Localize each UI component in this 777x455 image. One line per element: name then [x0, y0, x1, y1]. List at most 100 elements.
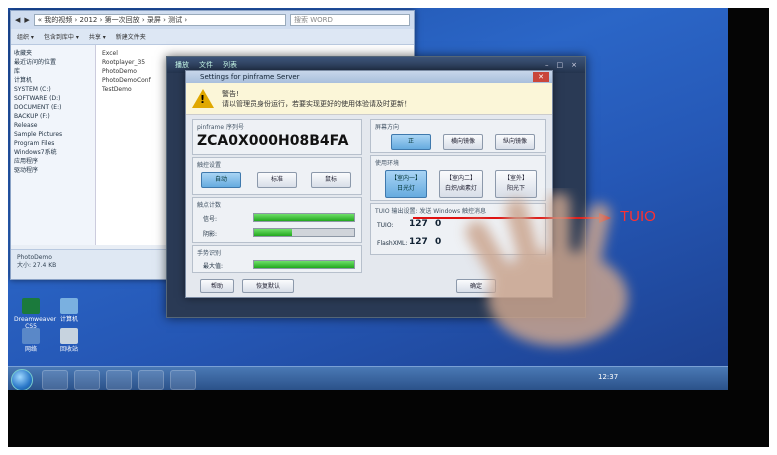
mode-group: 触控设置 自动 标准 鼠标: [192, 157, 362, 195]
help-button[interactable]: 帮助: [200, 279, 234, 293]
nav-item[interactable]: BACKUP (F:): [14, 112, 92, 121]
sensor-row-label: 信号:: [203, 216, 218, 223]
tuio-arrow-line: [413, 217, 600, 219]
dialog-close-button[interactable]: ✕: [533, 72, 549, 82]
minimize-icon[interactable]: –: [545, 61, 549, 69]
taskbar-player-icon[interactable]: [138, 370, 164, 390]
ip-octet[interactable]: 0: [435, 219, 441, 229]
computer-icon: [60, 298, 78, 314]
touch-label: 手势识别: [197, 250, 222, 257]
env-indoor1-button[interactable]: 【室内一】 日光灯: [385, 170, 427, 198]
max-gauge: [253, 260, 355, 269]
taskbar-clock[interactable]: 12:37: [598, 373, 618, 381]
start-button-icon[interactable]: [11, 369, 33, 391]
mode-mouse-button[interactable]: 鼠标: [311, 172, 351, 188]
player-tab[interactable]: 列表: [223, 60, 237, 70]
explorer-nav-pane: 收藏夹 最近访问的位置 库 计算机 SYSTEM (C:) SOFTWARE (…: [11, 45, 96, 245]
search-input[interactable]: 搜索 WORD: [290, 14, 410, 26]
orientation-vmirror-button[interactable]: 纵向镜像: [495, 134, 535, 150]
ok-button[interactable]: 确定: [456, 279, 496, 293]
mode-standard-button[interactable]: 标准: [257, 172, 297, 188]
nav-item[interactable]: 最近访问的位置: [14, 58, 92, 67]
nav-item[interactable]: 应用程序: [14, 157, 92, 166]
warning-banner: ! 警告! 请以管理员身份运行，若要实现更好的使用体验请及时更新！: [186, 83, 552, 115]
tuio-annotation-label: TUIO: [620, 208, 656, 225]
player-tab[interactable]: 文件: [199, 60, 213, 70]
touch-group: 手势识别 最大值:: [192, 245, 362, 273]
nav-item[interactable]: SYSTEM (C:): [14, 85, 92, 94]
app-icon: [22, 298, 40, 314]
orientation-group: 屏幕方向 正 横向镜像 纵向镜像: [370, 119, 546, 153]
nav-item[interactable]: SOFTWARE (D:): [14, 94, 92, 103]
player-tab[interactable]: 播放: [175, 60, 189, 70]
close-icon[interactable]: ×: [571, 61, 577, 69]
desktop-icon-label: 计算机: [59, 316, 78, 323]
monitor-bezel: [728, 8, 769, 447]
sensor-group: 触点计数 信号: 阴影:: [192, 197, 362, 243]
network-icon: [22, 328, 40, 344]
desktop-icon[interactable]: 计算机: [52, 298, 86, 323]
toolbar-organize[interactable]: 组织 ▾: [17, 32, 34, 41]
shadow-gauge: [253, 228, 355, 237]
ip-octet[interactable]: 127: [409, 237, 428, 247]
desktop: ◀ ▶ « 我的视频 › 2012 › 第一次回放 › 录屏 › 测试 › 搜索…: [8, 8, 769, 392]
ip-row-label: FlashXML:: [377, 240, 408, 247]
toolbar-include[interactable]: 包含到库中 ▾: [44, 32, 79, 41]
nav-item[interactable]: Release: [14, 121, 92, 130]
taskbar-app-icon[interactable]: [170, 370, 196, 390]
touch-row-label: 最大值:: [203, 263, 224, 270]
nav-item[interactable]: Program Files: [14, 139, 92, 148]
nav-item[interactable]: 收藏夹: [14, 49, 92, 58]
toolbar-share[interactable]: 共享 ▾: [89, 32, 106, 41]
desktop-icon[interactable]: Dreamweaver CS5: [14, 298, 56, 330]
environment-label: 使用环境: [375, 160, 400, 167]
sensor-label: 触点计数: [197, 202, 222, 209]
nav-item[interactable]: 计算机: [14, 76, 92, 85]
env-outdoor-button[interactable]: 【室外】 阳光下: [495, 170, 537, 198]
nav-item[interactable]: 库: [14, 67, 92, 76]
settings-dialog: Settings for pinframe Server ✕ ! 警告! 请以管…: [185, 70, 553, 298]
tuio-group: TUIO 输出设置: 发送 Windows 触控消息 TUIO: 127 0 F…: [370, 203, 546, 255]
serial-label: pinframe 序列号: [197, 124, 244, 131]
ip-row-label: TUIO:: [377, 222, 394, 229]
sensor-row-label: 阴影:: [203, 231, 218, 238]
explorer-address-bar: ◀ ▶ « 我的视频 › 2012 › 第一次回放 › 录屏 › 测试 › 搜索…: [11, 11, 414, 29]
orientation-label: 屏幕方向: [375, 124, 400, 131]
ip-octet[interactable]: 0: [435, 237, 441, 247]
restore-defaults-button[interactable]: 恢复默认: [242, 279, 294, 293]
recycle-bin-icon: [60, 328, 78, 344]
dialog-title-bar: Settings for pinframe Server ✕: [186, 71, 552, 83]
back-arrow-icon[interactable]: ◀: [15, 16, 20, 24]
env-indoor2-button[interactable]: 【室内二】 白炽/卤素灯: [439, 170, 483, 198]
address-field[interactable]: « 我的视频 › 2012 › 第一次回放 › 录屏 › 测试 ›: [33, 14, 286, 26]
desktop-icon-label: 网络: [24, 346, 37, 353]
warning-title: 警告!: [222, 89, 239, 98]
nav-item[interactable]: Sample Pictures: [14, 130, 92, 139]
mode-auto-button[interactable]: 自动: [201, 172, 241, 188]
warning-icon: !: [192, 89, 214, 108]
desktop-icon[interactable]: 网络: [14, 328, 48, 353]
photo-frame: ◀ ▶ « 我的视频 › 2012 › 第一次回放 › 录屏 › 测试 › 搜索…: [8, 8, 769, 447]
maximize-icon[interactable]: □: [557, 61, 564, 69]
serial-number: ZCA0X000H08B4FA: [197, 133, 349, 149]
environment-group: 使用环境 【室内一】 日光灯 【室内二】 白炽/卤素灯 【室外】 阳光下: [370, 155, 546, 201]
orientation-normal-button[interactable]: 正: [391, 134, 431, 150]
signal-gauge: [253, 213, 355, 222]
nav-item[interactable]: DOCUMENT (E:): [14, 103, 92, 112]
forward-arrow-icon[interactable]: ▶: [24, 16, 29, 24]
tuio-arrowhead-icon: [599, 213, 611, 223]
ip-octet[interactable]: 127: [409, 219, 428, 229]
desktop-icon[interactable]: 回收站: [52, 328, 86, 353]
desktop-icon-label: 回收站: [59, 346, 78, 353]
taskbar-ie-icon[interactable]: [42, 370, 68, 390]
tuio-output-label: TUIO 输出设置: 发送 Windows 触控消息: [375, 208, 486, 215]
orientation-hmirror-button[interactable]: 横向镜像: [443, 134, 483, 150]
taskbar-folder-icon[interactable]: [74, 370, 100, 390]
nav-item[interactable]: Windows7系统: [14, 148, 92, 157]
nav-item[interactable]: 驱动程序: [14, 166, 92, 175]
toolbar-new-folder[interactable]: 新建文件夹: [116, 32, 146, 41]
taskbar-media-icon[interactable]: [106, 370, 132, 390]
warning-text: 请以管理员身份运行，若要实现更好的使用体验请及时更新！: [222, 99, 411, 108]
monitor-stand-area: [8, 390, 769, 447]
serial-group: pinframe 序列号 ZCA0X000H08B4FA: [192, 119, 362, 155]
